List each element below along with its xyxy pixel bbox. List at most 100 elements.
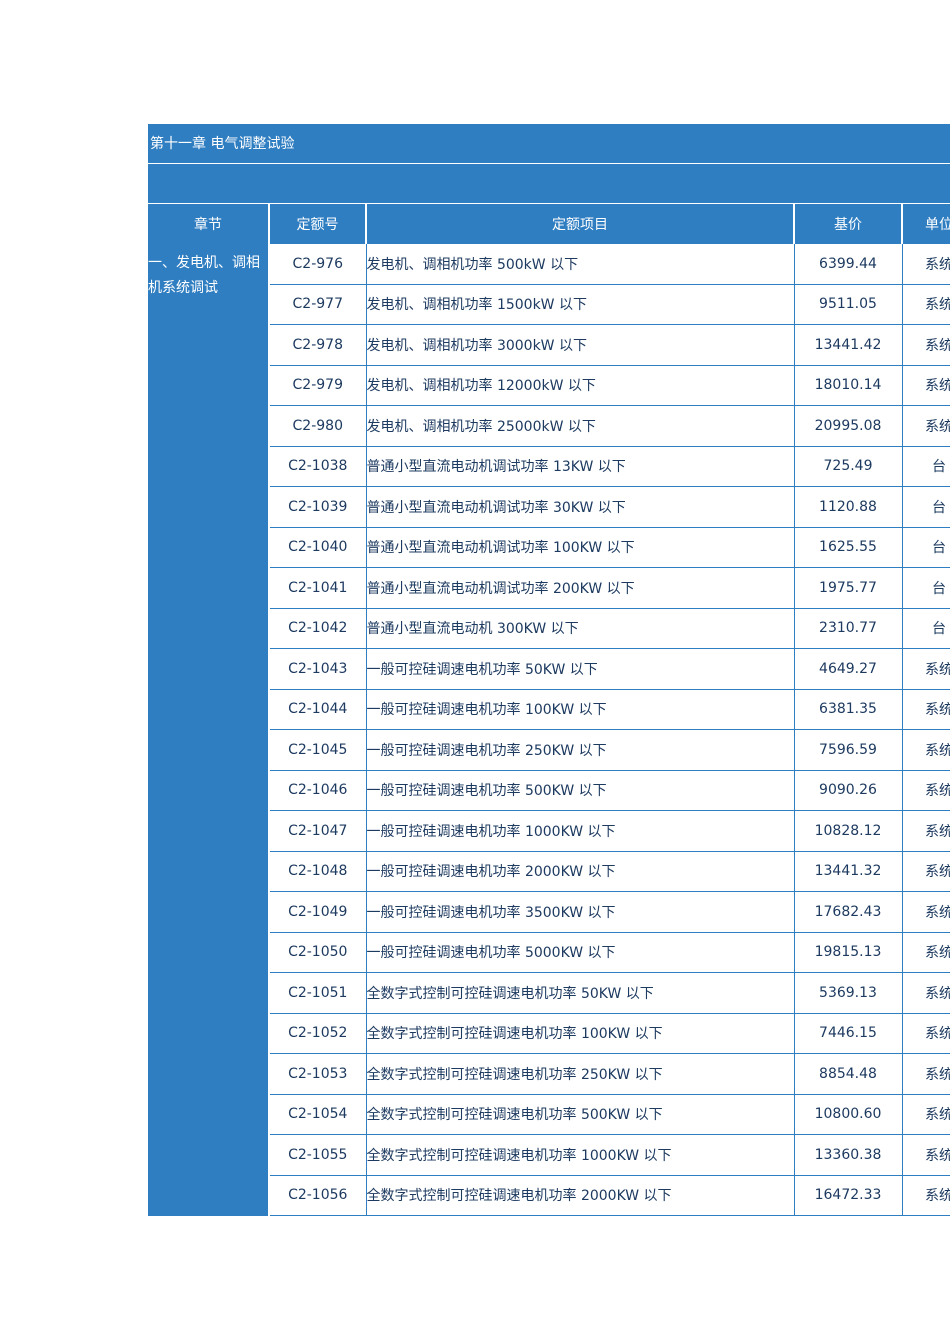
- code-cell: C2-1045: [269, 729, 367, 771]
- table-header-row: 章节 定额号 定额项目 基价 单位: [148, 204, 950, 244]
- item-cell: 全数字式控制可控硅调速电机功率 1000KW 以下: [366, 1134, 795, 1176]
- unit-cell: 台: [902, 527, 950, 568]
- item-cell: 发电机、调相机功率 500kW 以下: [366, 244, 795, 285]
- item-cell: 普通小型直流电动机 300KW 以下: [366, 608, 795, 649]
- header-price: 基价: [794, 204, 903, 244]
- item-cell: 普通小型直流电动机调试功率 200KW 以下: [366, 567, 795, 609]
- unit-cell: 系统: [902, 932, 950, 973]
- table-row: C2-979发电机、调相机功率 12000kW 以下18010.14系统: [148, 365, 950, 406]
- table-row: C2-1047一般可控硅调速电机功率 1000KW 以下10828.12系统: [148, 810, 950, 852]
- price-cell: 13441.42: [794, 324, 903, 366]
- section-cell: 一、发电机、调相机系统调试: [148, 244, 270, 1216]
- code-cell: C2-1049: [269, 891, 367, 933]
- price-cell: 10800.60: [794, 1094, 903, 1135]
- unit-cell: 系统: [902, 689, 950, 730]
- price-cell: 20995.08: [794, 405, 903, 447]
- unit-cell: 系统: [902, 365, 950, 406]
- code-cell: C2-980: [269, 405, 367, 447]
- item-cell: 一般可控硅调速电机功率 5000KW 以下: [366, 932, 795, 973]
- blank-header-bar: [148, 164, 950, 204]
- unit-cell: 系统: [902, 972, 950, 1014]
- unit-cell: 系统: [902, 851, 950, 892]
- item-cell: 发电机、调相机功率 3000kW 以下: [366, 324, 795, 366]
- table-row: C2-1056 全数字式控制可控硅调速电机功率 2000KW 以下 16472.33…: [148, 1175, 950, 1216]
- item-cell: 发电机、调相机功率 12000kW 以下: [366, 365, 795, 406]
- item-cell: 一般可控硅调速电机功率 500KW 以下: [366, 770, 795, 811]
- table-body: 一、发电机、调相机系统调试 C2-976 发电机、调相机功率 500kW 以下 639…: [148, 244, 950, 1216]
- item-cell: 发电机、调相机功率 1500kW 以下: [366, 284, 795, 325]
- header-section: 章节: [148, 204, 270, 244]
- table-row: C2-1039 普通小型直流电动机调试功率 30KW 以下 1120.88 台: [148, 486, 950, 528]
- code-cell: C2-1052: [269, 1013, 367, 1054]
- code-cell: C2-1050: [269, 932, 367, 973]
- code-cell: C2-1055: [269, 1134, 367, 1176]
- unit-cell: 系统: [902, 1053, 950, 1095]
- unit-cell: 系统: [902, 810, 950, 852]
- price-cell: 1975.77: [794, 567, 903, 609]
- item-cell: 普通小型直流电动机调试功率 13KW 以下: [366, 446, 795, 487]
- unit-cell: 系统: [902, 648, 950, 690]
- table-row: C2-1042 普通小型直流电动机 300KW 以下 2310.77 台: [148, 608, 950, 649]
- table-row: C2-1054 全数字式控制可控硅调速电机功率 500KW 以下 10800.60 系…: [148, 1094, 950, 1135]
- price-cell: 13441.32: [794, 851, 903, 892]
- table-row: C2-1050一般可控硅调速电机功率 5000KW 以下19815.13系统: [148, 932, 950, 973]
- price-cell: 17682.43: [794, 891, 903, 933]
- unit-cell: 台: [902, 486, 950, 528]
- code-cell: C2-1053: [269, 1053, 367, 1095]
- price-cell: 7446.15: [794, 1013, 903, 1054]
- unit-cell: 台: [902, 608, 950, 649]
- header-item: 定额项目: [366, 204, 795, 244]
- table-row: C2-1043一般可控硅调速电机功率 50KW 以下4649.27系统: [148, 648, 950, 690]
- price-cell: 13360.38: [794, 1134, 903, 1176]
- unit-cell: 系统: [902, 770, 950, 811]
- unit-cell: 系统: [902, 1175, 950, 1216]
- table-row: C2-977发电机、调相机功率 1500kW 以下9511.05系统: [148, 284, 950, 325]
- quota-table: 章节 定额号 定额项目 基价 单位 一、发电机、调相机系统调试C2-976发电机…: [148, 204, 950, 1216]
- table-row: C2-1041 普通小型直流电动机调试功率 200KW 以下 1975.77 台: [148, 567, 950, 609]
- price-cell: 2310.77: [794, 608, 903, 649]
- header-unit: 单位: [902, 204, 950, 244]
- code-cell: C2-1042: [269, 608, 367, 649]
- table-row: C2-1046一般可控硅调速电机功率 500KW 以下9090.26系统: [148, 770, 950, 811]
- table-row: C2-1048一般可控硅调速电机功率 2000KW 以下13441.32系统: [148, 851, 950, 892]
- price-cell: 1625.55: [794, 527, 903, 568]
- code-cell: C2-1040: [269, 527, 367, 568]
- price-cell: 1120.88: [794, 486, 903, 528]
- unit-cell: 系统: [902, 891, 950, 933]
- unit-cell: 系统: [902, 1013, 950, 1054]
- price-cell: 16472.33: [794, 1175, 903, 1216]
- item-cell: 一般可控硅调速电机功率 3500KW 以下: [366, 891, 795, 933]
- document-page: 第十一章 电气调整试验 章节 定额号 定额项目 基价 单位 一、发电机、调相机系…: [0, 0, 950, 1344]
- code-cell: C2-1048: [269, 851, 367, 892]
- code-cell: C2-1038: [269, 446, 367, 487]
- code-cell: C2-1043: [269, 648, 367, 690]
- price-cell: 8854.48: [794, 1053, 903, 1095]
- price-cell: 5369.13: [794, 972, 903, 1014]
- item-cell: 一般可控硅调速电机功率 2000KW 以下: [366, 851, 795, 892]
- code-cell: C2-1051: [269, 972, 367, 1014]
- unit-cell: 系统: [902, 244, 950, 285]
- code-cell: C2-1046: [269, 770, 367, 811]
- price-cell: 9511.05: [794, 284, 903, 325]
- table-row: C2-1044一般可控硅调速电机功率 100KW 以下6381.35系统: [148, 689, 950, 730]
- table-row: C2-1055 全数字式控制可控硅调速电机功率 1000KW 以下 13360.38…: [148, 1134, 950, 1176]
- item-cell: 全数字式控制可控硅调速电机功率 100KW 以下: [366, 1013, 795, 1054]
- unit-cell: 系统: [902, 729, 950, 771]
- item-cell: 全数字式控制可控硅调速电机功率 500KW 以下: [366, 1094, 795, 1135]
- item-cell: 一般可控硅调速电机功率 250KW 以下: [366, 729, 795, 771]
- price-cell: 9090.26: [794, 770, 903, 811]
- unit-cell: 台: [902, 446, 950, 487]
- header-code: 定额号: [269, 204, 367, 244]
- item-cell: 全数字式控制可控硅调速电机功率 50KW 以下: [366, 972, 795, 1014]
- code-cell: C2-1041: [269, 567, 367, 609]
- item-cell: 一般可控硅调速电机功率 100KW 以下: [366, 689, 795, 730]
- table-row: C2-1040 普通小型直流电动机调试功率 100KW 以下 1625.55 台: [148, 527, 950, 568]
- unit-cell: 系统: [902, 405, 950, 447]
- unit-cell: 系统: [902, 324, 950, 366]
- price-cell: 19815.13: [794, 932, 903, 973]
- code-cell: C2-1054: [269, 1094, 367, 1135]
- item-cell: 普通小型直流电动机调试功率 30KW 以下: [366, 486, 795, 528]
- unit-cell: 系统: [902, 1134, 950, 1176]
- unit-cell: 台: [902, 567, 950, 609]
- table-row: 一、发电机、调相机系统调试 C2-976 发电机、调相机功率 500kW 以下 639…: [148, 244, 950, 1216]
